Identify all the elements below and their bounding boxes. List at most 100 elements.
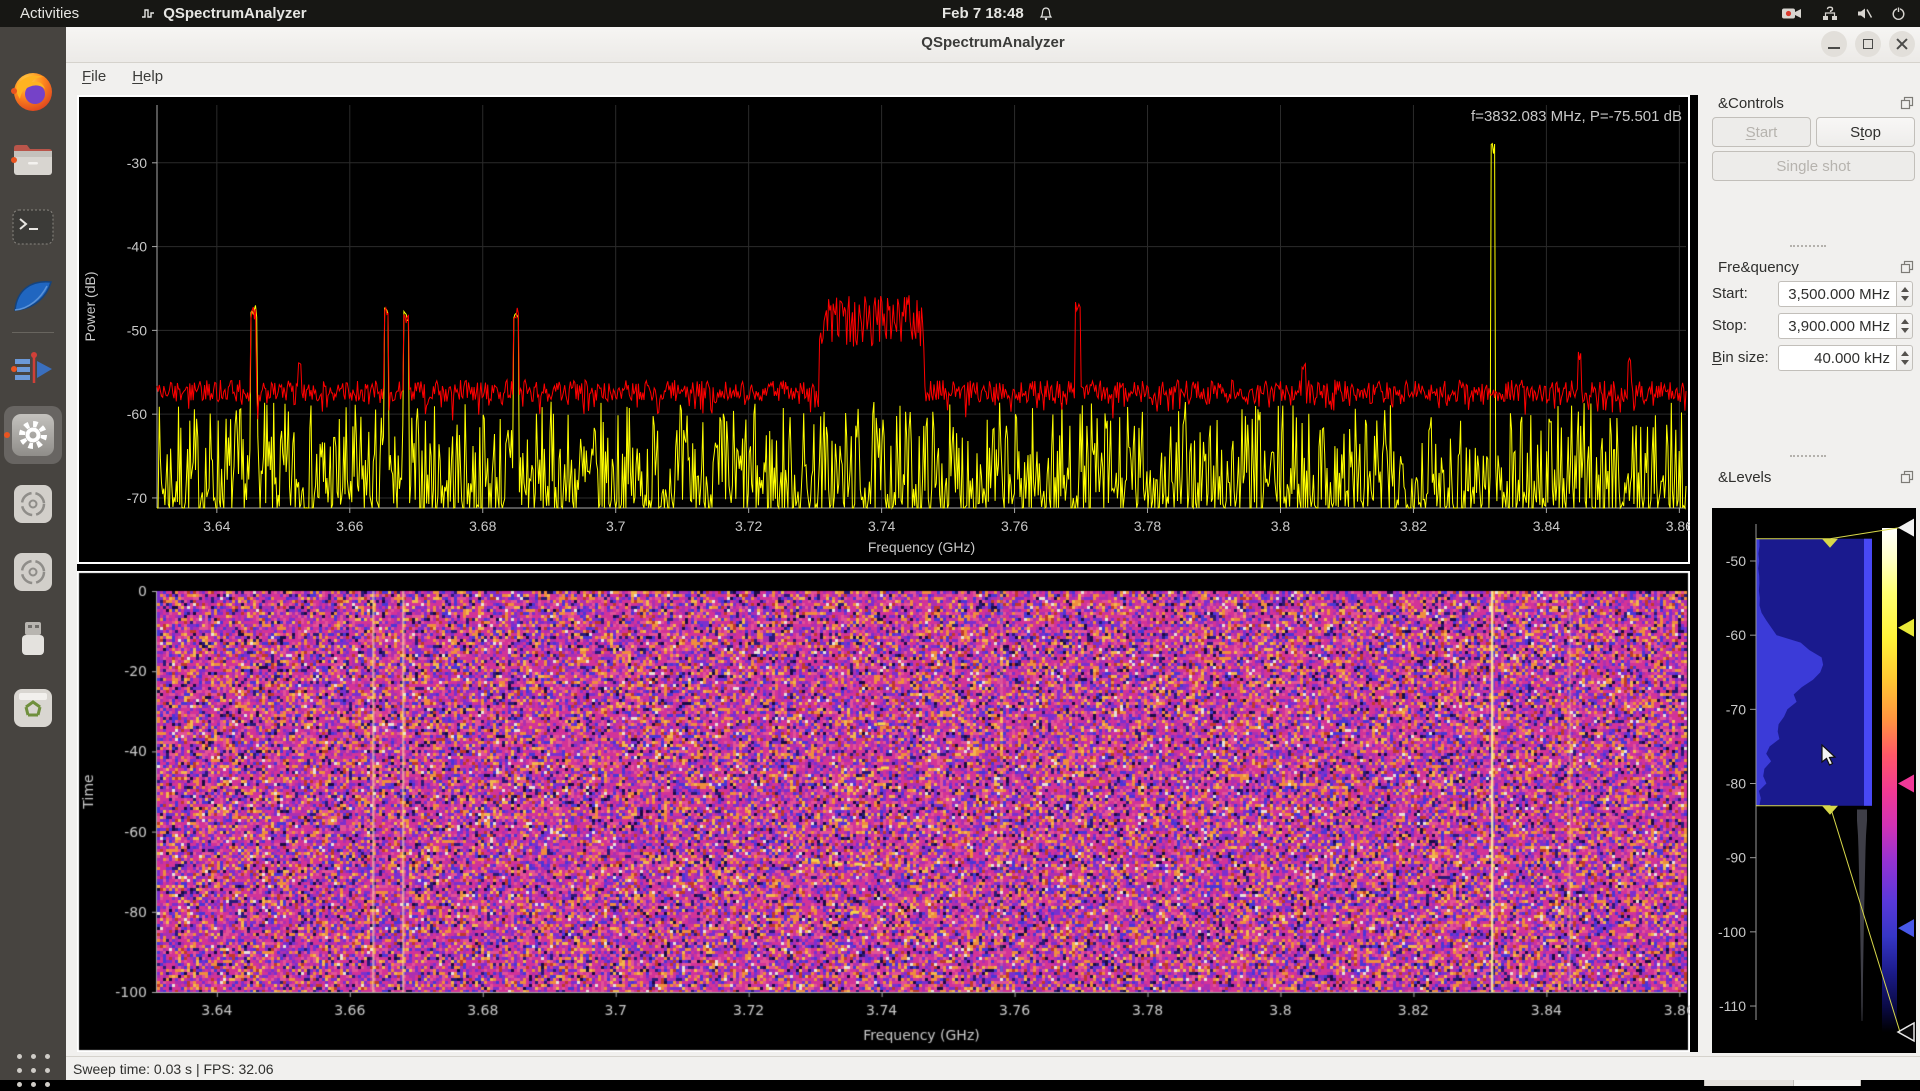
freq-stop-input[interactable]: 3,900.000 MHz	[1778, 313, 1897, 339]
system-tray[interactable]	[1781, 0, 1906, 27]
notification-bell-icon	[1038, 6, 1054, 22]
restore-button[interactable]	[1855, 31, 1881, 57]
panel-drag-handle[interactable]	[1790, 455, 1826, 457]
svg-text:-30: -30	[127, 155, 147, 171]
bin-size-input[interactable]: 40.000 kHz	[1778, 345, 1897, 371]
close-button[interactable]	[1889, 31, 1915, 57]
stop-button[interactable]: Stop	[1816, 117, 1915, 147]
svg-text:-60: -60	[1726, 627, 1746, 643]
focused-app-menu[interactable]: QSpectrumAnalyzer	[141, 5, 306, 22]
qspectrumanalyzer-window: QSpectrumAnalyzer File Help -30 -40 -50 -60…	[66, 27, 1920, 1080]
freq-stop-spinner[interactable]	[1896, 313, 1913, 339]
network-question-icon	[1821, 6, 1839, 22]
plot-area: -30 -40 -50 -60 -70 3.64 3.66 3.68 3.7 3.72 3.74 3.…	[77, 95, 1698, 1052]
title-bar: QSpectrumAnalyzer	[66, 27, 1920, 63]
freq-start-spinner[interactable]	[1896, 281, 1913, 307]
svg-text:-60: -60	[127, 406, 147, 422]
running-indicator	[11, 88, 17, 94]
bin-size-spinner[interactable]	[1896, 345, 1913, 371]
volume-muted-icon	[1857, 6, 1873, 21]
status-bar: Sweep time: 0.03 s | FPS: 32.06	[66, 1056, 1920, 1080]
float-panel-icon[interactable]	[1900, 260, 1914, 274]
disc-icon	[12, 551, 54, 593]
levels-section-title: &Levels	[1718, 469, 1771, 486]
terminal-icon	[12, 209, 54, 245]
dock-disc-1-icon[interactable]	[9, 480, 57, 528]
clock[interactable]: Feb 7 18:48	[942, 0, 1054, 27]
screen-record-icon	[1781, 6, 1803, 21]
float-panel-icon[interactable]	[1900, 470, 1914, 484]
single-shot-button[interactable]: Single shot	[1712, 151, 1915, 181]
status-text: Sweep time: 0.03 s | FPS: 32.06	[73, 1061, 274, 1077]
spectrum-plot[interactable]: -30 -40 -50 -60 -70 3.64 3.66 3.68 3.7 3.72 3.74 3.…	[77, 95, 1690, 564]
dock-firefox-icon[interactable]	[9, 67, 57, 115]
firefox-icon	[11, 69, 55, 113]
svg-text:3.74: 3.74	[868, 518, 895, 534]
svg-text:3.82: 3.82	[1400, 518, 1427, 534]
svg-text:3.78: 3.78	[1134, 518, 1161, 534]
dock-files-icon[interactable]	[9, 136, 57, 184]
top-bar: Activities QSpectrumAnalyzer Feb 7 18:48	[0, 0, 1920, 27]
dock-wireshark-icon[interactable]	[9, 272, 57, 320]
right-panel: &Controls Start Stop Single shot Fre&que…	[1700, 89, 1920, 1059]
levels-histogram-widget[interactable]: -50 -60 -70 -80 -90 -100 -110	[1712, 508, 1916, 1053]
gear-icon	[10, 412, 56, 458]
svg-text:-40: -40	[127, 239, 147, 255]
svg-text:3.7: 3.7	[606, 518, 626, 534]
frequency-section-title: Fre&quency	[1718, 259, 1799, 276]
svg-text:-90: -90	[1726, 850, 1746, 866]
trash-icon	[12, 687, 54, 729]
menu-bar: File Help	[66, 63, 1920, 89]
dock-terminal-icon[interactable]	[9, 203, 57, 251]
svg-text:-70: -70	[1726, 701, 1746, 717]
svg-text:3.66: 3.66	[336, 518, 363, 534]
activities-button[interactable]: Activities	[20, 5, 79, 22]
dock	[0, 27, 66, 1080]
freq-start-input[interactable]: 3,500.000 MHz	[1778, 281, 1897, 307]
minimize-button[interactable]	[1821, 31, 1847, 57]
svg-text:3.86: 3.86	[1666, 518, 1690, 534]
files-folder-icon	[12, 142, 54, 178]
power-icon	[1891, 6, 1906, 21]
svg-text:3.76: 3.76	[1001, 518, 1028, 534]
svg-text:-50: -50	[1726, 553, 1746, 569]
svg-text:3.72: 3.72	[735, 518, 762, 534]
svg-text:-70: -70	[127, 490, 147, 506]
svg-text:-110: -110	[1719, 998, 1746, 1014]
dock-usb-drive-icon[interactable]	[9, 615, 57, 663]
menu-help[interactable]: Help	[122, 65, 173, 88]
freq-start-label: Start:	[1712, 285, 1748, 302]
usb-drive-icon	[16, 619, 50, 659]
svg-text:Frequency (GHz): Frequency (GHz)	[868, 539, 975, 555]
controls-section-title: &Controls	[1718, 95, 1784, 112]
waterfall-plot[interactable]	[77, 571, 1690, 1052]
dock-settings-icon[interactable]	[9, 411, 57, 459]
panel-drag-handle[interactable]	[1790, 245, 1826, 247]
running-indicator	[11, 366, 17, 372]
svg-text:f=3832.083 MHz, P=-75.501 dB: f=3832.083 MHz, P=-75.501 dB	[1471, 108, 1682, 125]
start-button[interactable]: Start	[1712, 117, 1811, 147]
dock-disc-2-icon[interactable]	[9, 548, 57, 596]
svg-text:-50: -50	[127, 322, 147, 338]
svg-text:3.68: 3.68	[469, 518, 496, 534]
svg-text:Power (dB): Power (dB)	[82, 271, 98, 341]
running-indicator	[4, 432, 10, 438]
disc-icon	[12, 483, 54, 525]
float-panel-icon[interactable]	[1900, 96, 1914, 110]
svg-text:3.84: 3.84	[1533, 518, 1560, 534]
svg-text:-100: -100	[1718, 924, 1746, 940]
qspectrumanalyzer-icon	[11, 347, 55, 391]
bin-size-label: Bin size:	[1712, 349, 1769, 366]
window-title: QSpectrumAnalyzer	[66, 34, 1920, 51]
freq-stop-label: Stop:	[1712, 317, 1747, 334]
wireshark-icon	[11, 276, 55, 316]
dock-separator	[12, 332, 54, 333]
svg-text:3.64: 3.64	[203, 518, 230, 534]
running-indicator	[11, 157, 17, 163]
dock-trash-icon[interactable]	[9, 684, 57, 732]
show-applications-button[interactable]	[12, 1049, 54, 1091]
svg-text:3.8: 3.8	[1271, 518, 1291, 534]
dock-qspectrumanalyzer-icon[interactable]	[9, 345, 57, 393]
svg-text:-80: -80	[1726, 776, 1746, 792]
menu-file[interactable]: File	[72, 65, 116, 88]
